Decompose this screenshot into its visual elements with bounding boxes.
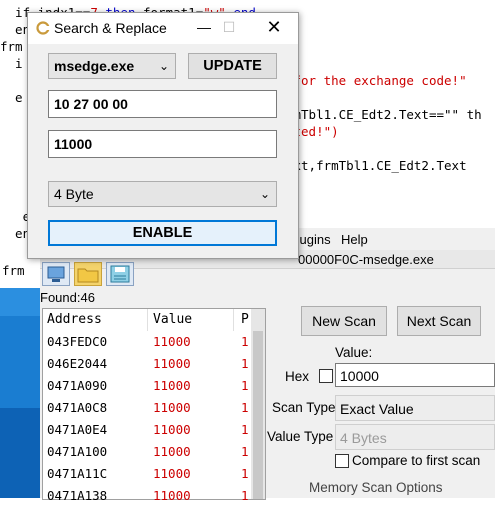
table-row[interactable]: 0471A11C 11000 1 — [43, 463, 251, 485]
process-title: 00000F0C-msedge.exe — [298, 252, 434, 267]
dialog-title: Search & Replace — [54, 20, 167, 36]
toolbar — [42, 262, 137, 286]
table-row[interactable]: 043FEDC0 11000 1 — [43, 331, 251, 353]
enable-button[interactable]: ENABLE — [48, 220, 277, 246]
cell-address: 0471A138 — [47, 488, 108, 503]
cell-address: 043FEDC0 — [47, 334, 108, 349]
cell-value: 11000 — [153, 466, 191, 481]
scrollbar-thumb[interactable] — [253, 331, 263, 499]
open-folder-icon[interactable] — [74, 262, 102, 286]
scan-list-scrollbar[interactable] — [251, 309, 265, 499]
table-row[interactable]: 0471A0C8 11000 1 — [43, 397, 251, 419]
value-label: Value: — [335, 345, 373, 360]
minimize-icon[interactable]: — — [196, 17, 212, 37]
table-row[interactable]: 0471A090 11000 1 — [43, 375, 251, 397]
column-header-address[interactable]: Address — [47, 309, 148, 331]
scan-type-label: Scan Type — [272, 400, 336, 415]
close-icon[interactable]: ✕ — [265, 16, 283, 38]
compare-first-scan-checkbox[interactable] — [335, 454, 349, 468]
chevron-down-icon: ⌄ — [158, 59, 169, 73]
cell-value: 11000 — [153, 334, 191, 349]
value-size-select-value: 4 Byte — [54, 186, 94, 202]
code-token: i — [0, 56, 23, 71]
cell-value: 11000 — [153, 488, 191, 503]
menu-help[interactable]: Help — [341, 232, 368, 247]
cell-address: 0471A100 — [47, 444, 108, 459]
replace-value-input[interactable]: 11000 — [48, 130, 277, 158]
code-strip-text: frm — [2, 263, 25, 278]
table-row[interactable]: 0471A138 11000 1 — [43, 485, 251, 507]
maximize-icon[interactable]: ☐ — [221, 17, 237, 37]
memory-scan-options-label: Memory Scan Options — [309, 480, 443, 495]
app-icon — [36, 21, 50, 35]
search-bytes-input[interactable]: 10 27 00 00 — [48, 90, 277, 118]
value-input[interactable]: 10000 — [335, 363, 495, 387]
table-row[interactable]: 046E2044 11000 1 — [43, 353, 251, 375]
cell-value: 11000 — [153, 444, 191, 459]
code-token: e — [0, 90, 23, 105]
cell-value: 11000 — [153, 378, 191, 393]
found-count: Found:46 — [40, 290, 95, 305]
cell-address: 0471A090 — [47, 378, 108, 393]
next-scan-button[interactable]: Next Scan — [397, 306, 481, 336]
cell-value: 11000 — [153, 422, 191, 437]
desktop-background — [0, 288, 40, 498]
value-size-select[interactable]: 4 Byte ⌄ — [48, 181, 277, 207]
scan-type-select[interactable]: Exact Value — [335, 395, 495, 421]
code-editor-strip: frm — [0, 258, 40, 288]
save-icon[interactable] — [106, 262, 134, 286]
cheat-engine-window: Plugins Help 00000F0C-msedge.exe Found:4… — [40, 228, 495, 503]
value-type-select[interactable]: 4 Bytes — [335, 424, 495, 450]
column-header-value[interactable]: Value — [153, 309, 234, 331]
dialog-titlebar[interactable]: Search & Replace — ☐ ✕ — [28, 13, 298, 44]
code-token: e — [0, 209, 31, 224]
code-token: frm — [0, 39, 23, 54]
process-icon[interactable] — [42, 262, 70, 286]
new-scan-button[interactable]: New Scan — [301, 306, 387, 336]
cell-address: 046E2044 — [47, 356, 108, 371]
cell-address: 0471A0C8 — [47, 400, 108, 415]
table-row[interactable]: 0471A100 11000 1 — [43, 441, 251, 463]
cell-value: 11000 — [153, 400, 191, 415]
process-select[interactable]: msedge.exe ⌄ — [48, 53, 176, 79]
cell-value: 11000 — [153, 356, 191, 371]
process-select-value: msedge.exe — [54, 58, 135, 74]
compare-first-scan-label: Compare to first scan — [352, 453, 481, 468]
value-type-label: Value Type — [267, 429, 334, 444]
cell-address: 0471A0E4 — [47, 422, 108, 437]
update-button[interactable]: UPDATE — [188, 53, 277, 79]
cell-address: 0471A11C — [47, 466, 108, 481]
chevron-down-icon: ⌄ — [259, 187, 270, 201]
hex-label: Hex — [285, 369, 310, 384]
hex-checkbox[interactable] — [319, 369, 333, 383]
search-replace-dialog: Search & Replace — ☐ ✕ msedge.exe ⌄ UPDA… — [27, 12, 299, 259]
table-row[interactable]: 0471A0E4 11000 1 — [43, 419, 251, 441]
code-token: en — [0, 22, 31, 37]
scan-results-list[interactable]: Address Value P 043FEDC0 11000 1 046E2044 11… — [42, 308, 266, 503]
